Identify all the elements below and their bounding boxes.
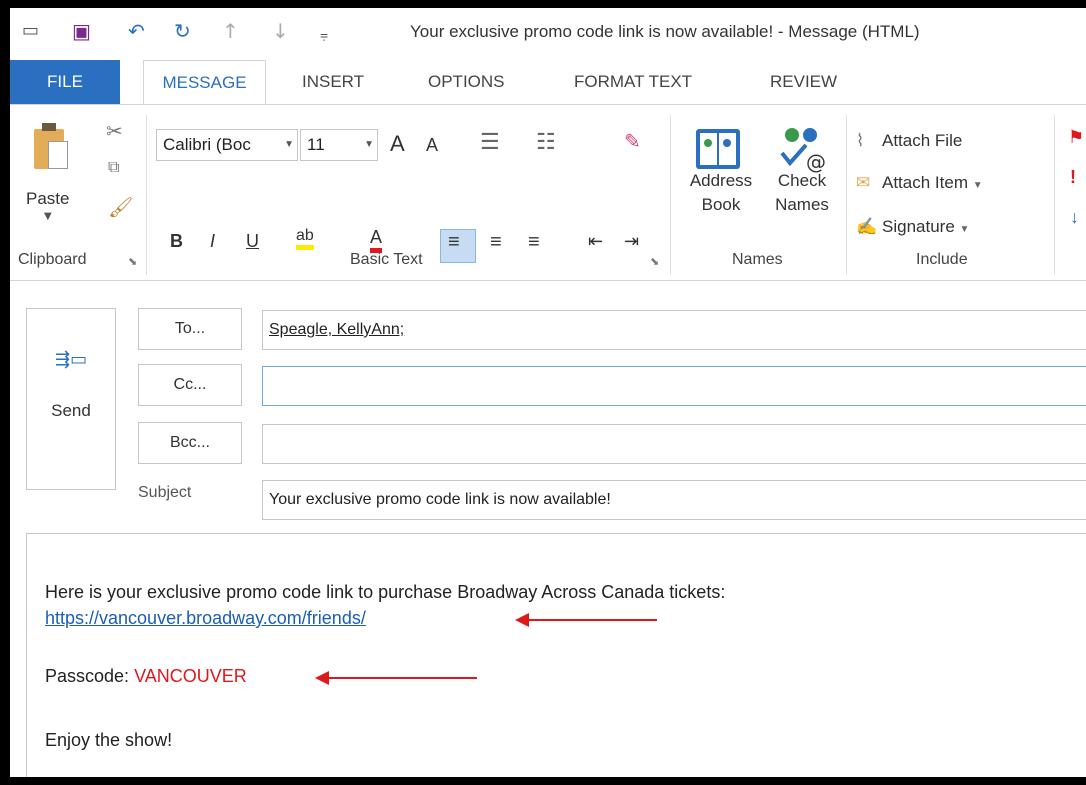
tab-file[interactable]: FILE bbox=[10, 60, 120, 104]
cc-field[interactable] bbox=[262, 366, 1086, 406]
font-size-combo[interactable]: 11 ▼ bbox=[300, 129, 378, 161]
format-painter-icon[interactable]: 🖌 bbox=[108, 195, 133, 219]
cut-icon[interactable]: ✂ bbox=[106, 119, 123, 143]
low-importance-icon[interactable]: ↓ bbox=[1070, 207, 1079, 228]
high-importance-icon[interactable]: ! bbox=[1070, 167, 1076, 188]
align-right-icon[interactable]: ≡ bbox=[528, 231, 540, 254]
increase-indent-icon[interactable]: ⇥ bbox=[624, 231, 639, 252]
window-title: Your exclusive promo code link is now av… bbox=[410, 22, 920, 41]
save-icon[interactable]: ▣ bbox=[72, 16, 91, 46]
next-item-icon[interactable]: ↓ bbox=[272, 16, 289, 46]
bullets-icon[interactable]: ☰ bbox=[480, 129, 500, 155]
bcc-button[interactable]: Bcc... bbox=[138, 422, 242, 464]
shrink-font-icon[interactable]: A bbox=[426, 135, 438, 156]
attach-item-icon: ✉ bbox=[856, 173, 871, 192]
tab-insert[interactable]: INSERT bbox=[302, 60, 364, 104]
undo-icon[interactable]: ↶ bbox=[128, 16, 145, 46]
align-center-icon[interactable]: ≡ bbox=[490, 231, 502, 254]
tab-review[interactable]: REVIEW bbox=[770, 60, 837, 104]
italic-icon[interactable]: I bbox=[210, 231, 215, 252]
customize-qat-icon[interactable]: ⩦ bbox=[320, 20, 328, 50]
body-intro-text: Here is your exclusive promo code link t… bbox=[45, 582, 726, 602]
check-names-icon[interactable]: @ bbox=[776, 123, 828, 175]
check-names-button[interactable]: Check Names bbox=[764, 169, 840, 217]
underline-icon[interactable]: U bbox=[246, 231, 259, 252]
align-left-glyph: ≡ bbox=[448, 231, 460, 253]
passcode-line: Passcode: VANCOUVER bbox=[45, 666, 247, 687]
previous-item-icon[interactable]: ↑ bbox=[222, 16, 239, 46]
paperclip-icon: ⌇ bbox=[856, 131, 865, 150]
copy-icon[interactable]: ⧉ bbox=[108, 157, 119, 177]
to-field[interactable]: Speagle, KellyAnn; bbox=[262, 310, 1086, 350]
address-book-icon[interactable] bbox=[692, 123, 744, 175]
outlook-message-window: ▭ ▣ ↶ ↻ ↑ ↓ ⩦ Your exclusive promo code … bbox=[10, 8, 1086, 777]
send-button[interactable]: ⇶▭ Send bbox=[26, 308, 116, 490]
cc-button[interactable]: Cc... bbox=[138, 364, 242, 406]
paste-icon[interactable] bbox=[34, 123, 70, 171]
passcode-label: Passcode: bbox=[45, 666, 135, 686]
include-group-label: Include bbox=[916, 251, 968, 268]
ribbon: Paste ▼ ✂ ⧉ 🖌 Clipboard ⬊ Calibri (Boc ▼ … bbox=[10, 104, 1086, 281]
redo-icon[interactable]: ↻ bbox=[174, 16, 191, 46]
basic-text-launcher-icon[interactable]: ⬊ bbox=[650, 255, 659, 268]
message-body[interactable]: Here is your exclusive promo code link t… bbox=[26, 533, 1086, 777]
annotation-arrow-passcode bbox=[315, 671, 477, 685]
grow-font-icon[interactable]: A bbox=[390, 131, 405, 157]
tab-format-text[interactable]: FORMAT TEXT bbox=[574, 60, 692, 104]
send-icon: ⇶▭ bbox=[55, 349, 88, 370]
window-menu-icon[interactable]: ▭ bbox=[22, 16, 39, 46]
promo-link[interactable]: https://vancouver.broadway.com/friends/ bbox=[45, 608, 366, 629]
signature-button[interactable]: ✍ Signature ▼ bbox=[856, 217, 969, 237]
numbering-icon[interactable]: ☷ bbox=[536, 129, 556, 155]
font-color-icon[interactable]: A bbox=[370, 227, 383, 253]
basic-text-group-label: Basic Text bbox=[350, 251, 423, 268]
bcc-field[interactable] bbox=[262, 424, 1086, 464]
closing-text: Enjoy the show! bbox=[45, 730, 173, 750]
bold-icon[interactable]: B bbox=[170, 231, 183, 252]
subject-field[interactable]: Your exclusive promo code link is now av… bbox=[262, 480, 1086, 520]
tab-options[interactable]: OPTIONS bbox=[428, 60, 505, 104]
annotation-arrow-link bbox=[515, 613, 657, 627]
paste-button[interactable]: Paste bbox=[26, 189, 69, 209]
follow-up-flag-icon[interactable]: ⚑ bbox=[1068, 127, 1084, 148]
passcode-value: VANCOUVER bbox=[134, 666, 247, 686]
clipboard-launcher-icon[interactable]: ⬊ bbox=[128, 255, 137, 268]
subject-label: Subject bbox=[138, 484, 192, 501]
clipboard-group-label: Clipboard bbox=[18, 251, 87, 268]
paste-dropdown-icon[interactable]: ▼ bbox=[44, 211, 52, 222]
to-button[interactable]: To... bbox=[138, 308, 242, 350]
title-bar: ▭ ▣ ↶ ↻ ↑ ↓ ⩦ Your exclusive promo code … bbox=[10, 8, 1086, 55]
signature-icon: ✍ bbox=[856, 217, 878, 236]
attach-item-button[interactable]: ✉ Attach Item ▼ bbox=[856, 173, 983, 193]
tab-message[interactable]: MESSAGE bbox=[143, 60, 266, 105]
clear-formatting-icon[interactable]: ✎ bbox=[624, 129, 641, 154]
decrease-indent-icon[interactable]: ⇤ bbox=[588, 231, 603, 252]
font-name-combo[interactable]: Calibri (Boc ▼ bbox=[156, 129, 298, 161]
highlight-icon[interactable]: ab bbox=[296, 227, 314, 250]
attach-file-button[interactable]: ⌇ Attach File bbox=[856, 131, 962, 151]
names-group-label: Names bbox=[732, 251, 783, 268]
ribbon-tabs: FILE MESSAGE INSERT OPTIONS FORMAT TEXT … bbox=[10, 60, 1086, 105]
address-book-button[interactable]: Address Book bbox=[678, 169, 764, 217]
